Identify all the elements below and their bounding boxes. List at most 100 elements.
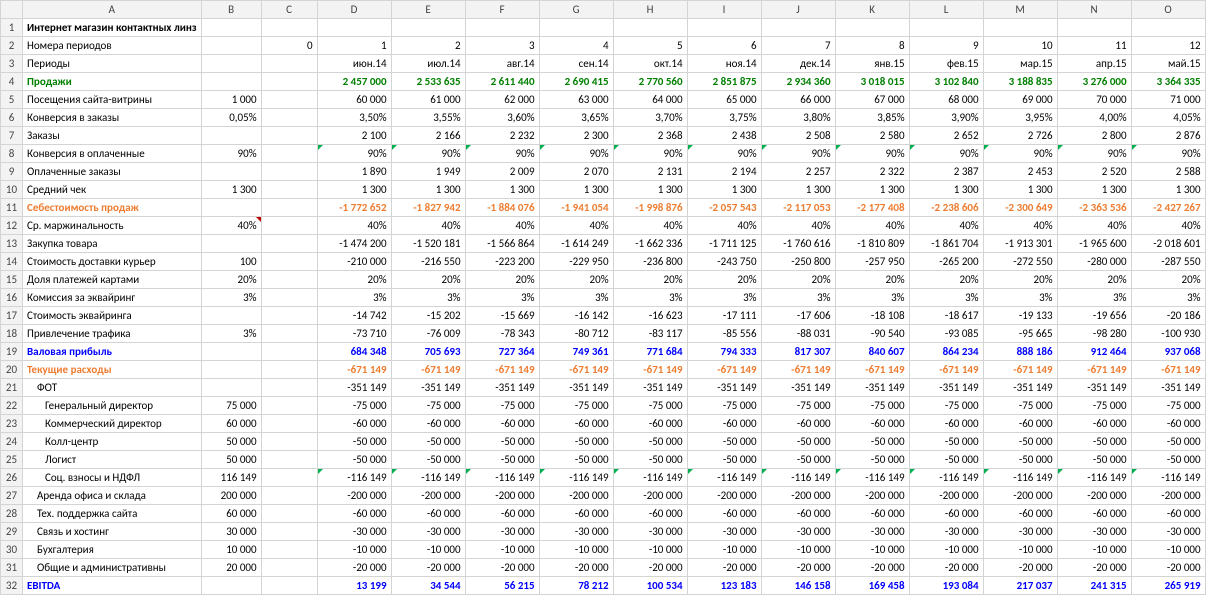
row-header-28[interactable]: 28 — [1, 505, 23, 523]
cell-G14[interactable]: -229 950 — [539, 253, 613, 271]
cell-O29[interactable]: -30 000 — [1131, 523, 1205, 541]
cell-N17[interactable]: -19 656 — [1057, 307, 1131, 325]
cell-B20[interactable] — [201, 361, 261, 379]
col-header-G[interactable]: G — [539, 1, 613, 19]
cell-K4[interactable]: 3 018 015 — [835, 73, 909, 91]
row-6[interactable]: 6Конверсия в заказы0,05%3,50%3,55%3,60%3… — [1, 109, 1206, 127]
cell-M6[interactable]: 3,95% — [983, 109, 1057, 127]
cell-G19[interactable]: 749 361 — [539, 343, 613, 361]
cell-C10[interactable] — [261, 181, 317, 199]
cell-M29[interactable]: -30 000 — [983, 523, 1057, 541]
cell-B23[interactable]: 60 000 — [201, 415, 261, 433]
cell-B30[interactable]: 10 000 — [201, 541, 261, 559]
cell-D14[interactable]: -210 000 — [317, 253, 391, 271]
cell-H8[interactable]: 90% — [613, 145, 687, 163]
row-header-8[interactable]: 8 — [1, 145, 23, 163]
cell-C16[interactable] — [261, 289, 317, 307]
cell-O25[interactable]: -50 000 — [1131, 451, 1205, 469]
cell-K14[interactable]: -257 950 — [835, 253, 909, 271]
cell-B10[interactable]: 1 300 — [201, 181, 261, 199]
cell-L3[interactable]: фев.15 — [909, 55, 983, 73]
cell-E30[interactable]: -10 000 — [391, 541, 465, 559]
cell-M11[interactable]: -2 300 649 — [983, 199, 1057, 217]
cell-I21[interactable]: -351 149 — [687, 379, 761, 397]
row-header-10[interactable]: 10 — [1, 181, 23, 199]
cell-J8[interactable]: 90% — [761, 145, 835, 163]
cell-N27[interactable]: -200 000 — [1057, 487, 1131, 505]
cell-K10[interactable]: 1 300 — [835, 181, 909, 199]
cell-E6[interactable]: 3,55% — [391, 109, 465, 127]
cell-B16[interactable]: 3% — [201, 289, 261, 307]
row-28[interactable]: 28Тех. поддержка сайта60 000-60 000-60 0… — [1, 505, 1206, 523]
cell-H11[interactable]: -1 998 876 — [613, 199, 687, 217]
cell-G6[interactable]: 3,65% — [539, 109, 613, 127]
cell-N8[interactable]: 90% — [1057, 145, 1131, 163]
cell-D8[interactable]: 90% — [317, 145, 391, 163]
row-3[interactable]: 3Периодыиюн.14июл.14авг.14сен.14окт.14но… — [1, 55, 1206, 73]
row-header-22[interactable]: 22 — [1, 397, 23, 415]
col-header-A[interactable]: A — [23, 1, 202, 19]
cell-K8[interactable]: 90% — [835, 145, 909, 163]
cell-J14[interactable]: -250 800 — [761, 253, 835, 271]
row-7[interactable]: 7Заказы2 1002 1662 2322 3002 3682 4382 5… — [1, 127, 1206, 145]
cell-K25[interactable]: -50 000 — [835, 451, 909, 469]
cell-E3[interactable]: июл.14 — [391, 55, 465, 73]
cell-D2[interactable]: 1 — [317, 37, 391, 55]
cell-L5[interactable]: 68 000 — [909, 91, 983, 109]
cell-L30[interactable]: -10 000 — [909, 541, 983, 559]
cell-G31[interactable]: -20 000 — [539, 559, 613, 577]
cell-I31[interactable]: -20 000 — [687, 559, 761, 577]
cell-H28[interactable]: -60 000 — [613, 505, 687, 523]
cell-B18[interactable]: 3% — [201, 325, 261, 343]
cell-E25[interactable]: -50 000 — [391, 451, 465, 469]
cell-K9[interactable]: 2 322 — [835, 163, 909, 181]
cell-F15[interactable]: 20% — [465, 271, 539, 289]
cell-E18[interactable]: -76 009 — [391, 325, 465, 343]
cell-E16[interactable]: 3% — [391, 289, 465, 307]
cell-L23[interactable]: -60 000 — [909, 415, 983, 433]
cell-L26[interactable]: -116 149 — [909, 469, 983, 487]
cell-C29[interactable] — [261, 523, 317, 541]
cell-G5[interactable]: 63 000 — [539, 91, 613, 109]
row-header-26[interactable]: 26 — [1, 469, 23, 487]
cell-D23[interactable]: -60 000 — [317, 415, 391, 433]
cell-I7[interactable]: 2 438 — [687, 127, 761, 145]
row-header-15[interactable]: 15 — [1, 271, 23, 289]
cell-C4[interactable] — [261, 73, 317, 91]
cell-A6[interactable]: Конверсия в заказы — [23, 109, 202, 127]
cell-G22[interactable]: -75 000 — [539, 397, 613, 415]
cell-B25[interactable]: 50 000 — [201, 451, 261, 469]
col-header-F[interactable]: F — [465, 1, 539, 19]
cell-J1[interactable] — [761, 19, 835, 37]
cell-M1[interactable] — [983, 19, 1057, 37]
cell-D19[interactable]: 684 348 — [317, 343, 391, 361]
cell-H7[interactable]: 2 368 — [613, 127, 687, 145]
row-11[interactable]: 11Себестоимость продаж-1 772 652-1 827 9… — [1, 199, 1206, 217]
cell-A18[interactable]: Привлечение трафика — [23, 325, 202, 343]
cell-F6[interactable]: 3,60% — [465, 109, 539, 127]
cell-N25[interactable]: -50 000 — [1057, 451, 1131, 469]
cell-E27[interactable]: -200 000 — [391, 487, 465, 505]
cell-D15[interactable]: 20% — [317, 271, 391, 289]
cell-F29[interactable]: -30 000 — [465, 523, 539, 541]
cell-N6[interactable]: 4,00% — [1057, 109, 1131, 127]
cell-D30[interactable]: -10 000 — [317, 541, 391, 559]
row-32[interactable]: 32EBITDA13 19934 54456 21578 212100 5341… — [1, 577, 1206, 595]
cell-N15[interactable]: 20% — [1057, 271, 1131, 289]
cell-B4[interactable] — [201, 73, 261, 91]
cell-M18[interactable]: -95 665 — [983, 325, 1057, 343]
cell-B7[interactable] — [201, 127, 261, 145]
cell-J2[interactable]: 7 — [761, 37, 835, 55]
cell-O3[interactable]: май.15 — [1131, 55, 1205, 73]
cell-D27[interactable]: -200 000 — [317, 487, 391, 505]
cell-K3[interactable]: янв.15 — [835, 55, 909, 73]
cell-F19[interactable]: 727 364 — [465, 343, 539, 361]
cell-L15[interactable]: 20% — [909, 271, 983, 289]
cell-C14[interactable] — [261, 253, 317, 271]
cell-J17[interactable]: -17 606 — [761, 307, 835, 325]
cell-K16[interactable]: 3% — [835, 289, 909, 307]
cell-G4[interactable]: 2 690 415 — [539, 73, 613, 91]
cell-C32[interactable] — [261, 577, 317, 595]
cell-C15[interactable] — [261, 271, 317, 289]
cell-L19[interactable]: 864 234 — [909, 343, 983, 361]
